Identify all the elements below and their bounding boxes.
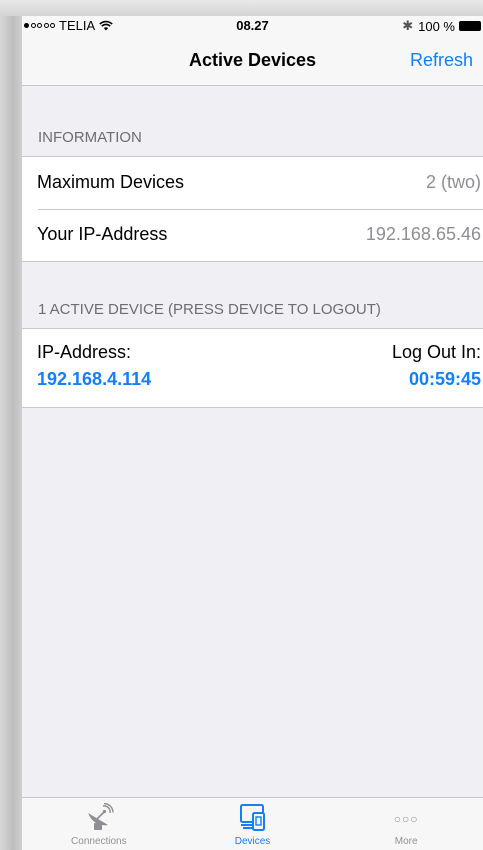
information-group: Maximum Devices 2 (two) Your IP-Address … [22,156,483,262]
status-right: ✱ 100 % [402,18,481,34]
tab-label: Devices [234,836,271,847]
logout-timer-value: 00:59:45 [408,369,481,389]
devices-icon [239,804,265,831]
active-device-row[interactable]: IP-Address: 192.168.4.114 Log Out In: 00… [22,329,483,407]
tab-label: More [394,836,418,847]
tab-devices[interactable]: Devices [176,798,330,850]
more-dots-icon: ○○○ [393,812,419,826]
device-bezel-top [0,0,483,16]
device-bezel-left [0,0,22,850]
satellite-dish-icon [87,803,114,830]
active-devices-group: IP-Address: 192.168.4.114 Log Out In: 00… [22,328,483,408]
tab-more[interactable]: ○○○ More [329,798,483,850]
info-row-label: Maximum Devices [37,172,185,192]
battery-icon [459,21,481,31]
battery-percentage: 100 % [418,18,455,34]
info-row-maximum-devices: Maximum Devices 2 (two) [22,157,483,209]
ip-address-caption: IP-Address: [37,342,132,362]
device-ip-column: IP-Address: 192.168.4.114 [37,342,151,390]
bluetooth-icon: ✱ [402,18,414,33]
logout-caption: Log Out In: [391,342,481,362]
tab-label: Connections [71,836,127,847]
info-row-value: 2 (two) [425,172,481,192]
device-ip-value: 192.168.4.114 [37,369,152,389]
active-devices-section-header: 1 ACTIVE DEVICE (PRESS DEVICE TO LOGOUT) [38,301,381,318]
phone-screen: TELIA 08.27 ✱ 100 % Active Devices Refre… [22,16,483,850]
status-bar: TELIA 08.27 ✱ 100 % [22,16,483,36]
information-section-header: INFORMATION [38,129,142,146]
info-row-ip-address: Your IP-Address 192.168.65.46 [22,209,483,261]
info-row-label: Your IP-Address [37,224,168,244]
device-logout-column: Log Out In: 00:59:45 [392,342,481,390]
info-row-value: 192.168.65.46 [365,224,481,244]
tab-connections[interactable]: Connections [22,798,176,850]
navigation-bar: Active Devices Refresh [22,36,483,86]
tab-bar: Connections Devices ○○○ More [22,797,483,850]
refresh-button[interactable]: Refresh [410,50,473,71]
